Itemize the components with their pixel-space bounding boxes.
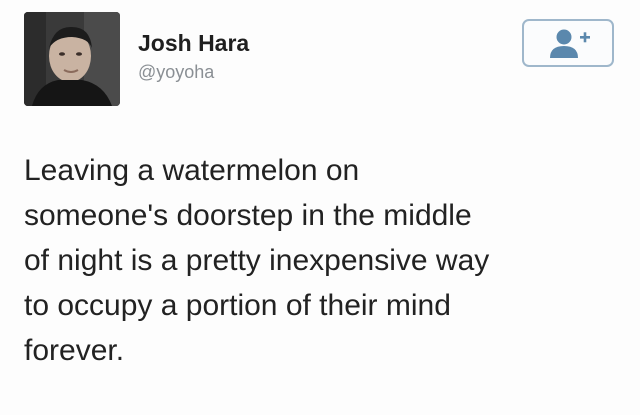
tweet-text-line: of night is a pretty inexpensive way	[24, 244, 490, 277]
avatar[interactable]	[24, 12, 120, 106]
add-user-icon	[550, 29, 590, 58]
profile-photo	[24, 12, 120, 106]
tweet-text: Leaving a watermelon on someone's doorst…	[24, 148, 619, 373]
tweet-text-line: to occupy a portion of their mind	[24, 289, 451, 322]
tweet-card: Josh Hara @yoyoha Leaving a watermelon o…	[0, 0, 640, 415]
tweet-text-line: forever.	[24, 334, 125, 367]
tweet-text-line: Leaving a watermelon on	[24, 154, 360, 187]
user-handle[interactable]: @yoyoha	[138, 62, 214, 83]
follow-button[interactable]	[522, 19, 614, 67]
display-name[interactable]: Josh Hara	[138, 30, 249, 57]
tweet-text-line: someone's doorstep in the middle	[24, 199, 472, 232]
